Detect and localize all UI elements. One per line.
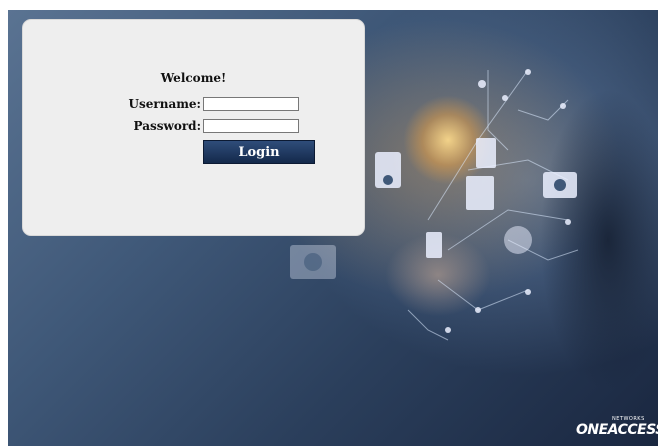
password-row: Password: [23,119,201,133]
password-input[interactable] [203,119,299,133]
username-input[interactable] [203,97,299,111]
username-row: Username: [23,97,201,111]
login-button[interactable]: Login [203,140,315,164]
login-panel: Welcome! Username: Password: Login [22,19,365,236]
oneaccess-logo: ONEACCESS [576,422,658,438]
username-label: Username: [128,97,201,111]
welcome-heading: Welcome! [160,71,227,85]
password-label: Password: [133,119,201,133]
